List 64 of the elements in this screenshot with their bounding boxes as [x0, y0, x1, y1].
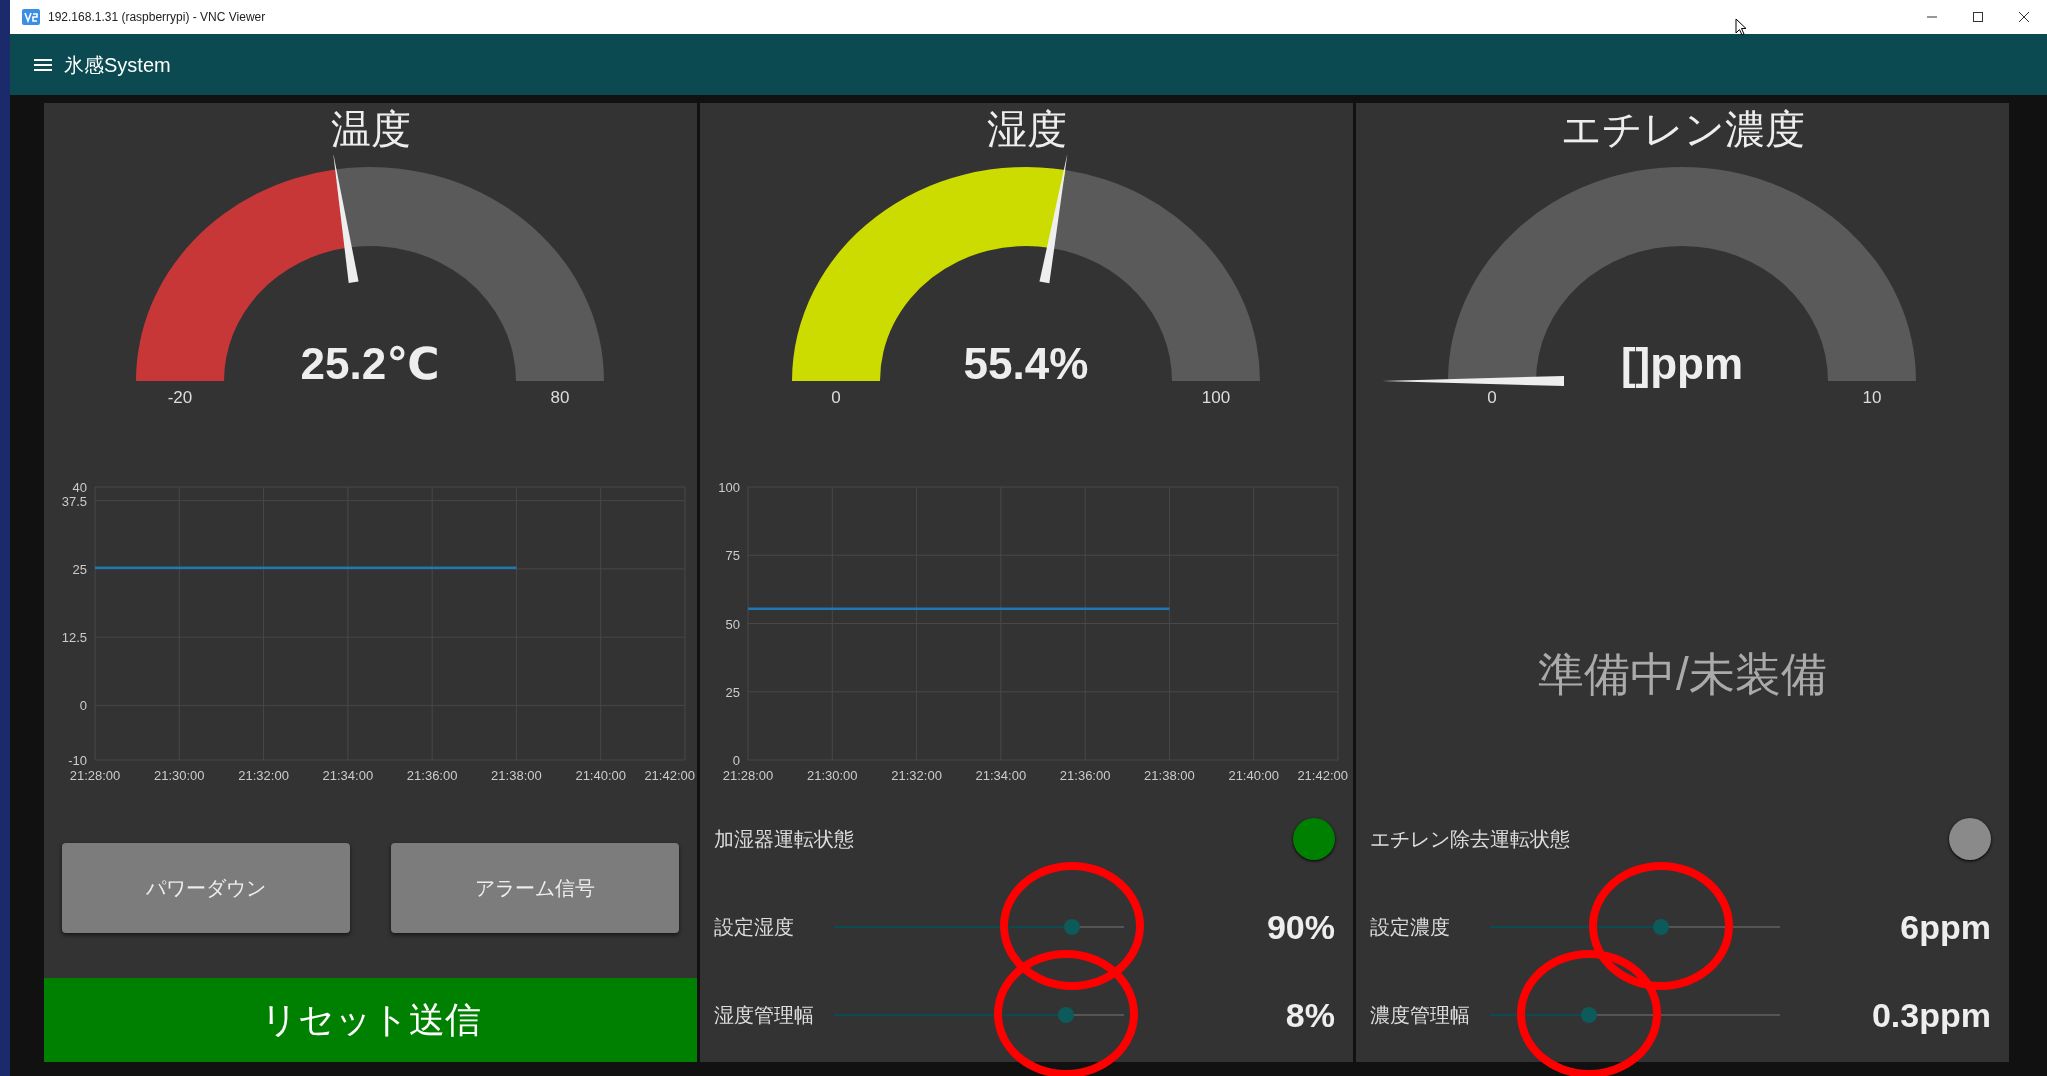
axis-tick-label: 21:42:00 [1297, 768, 1348, 783]
gauge-min-label: 0 [1487, 388, 1497, 407]
slider-label: 設定湿度 [714, 915, 795, 940]
slider-value: 8% [1285, 994, 1335, 1036]
reset-button[interactable]: リセット送信 [44, 978, 697, 1062]
gauge-value: 55.4% [963, 339, 1089, 388]
axis-tick-label: 0 [732, 753, 740, 768]
axis-tick-label: -10 [68, 753, 87, 768]
axis-tick-label: 21:28:00 [69, 768, 121, 783]
axis-tick-label: 21:36:00 [406, 768, 458, 783]
slider-thumb[interactable] [1063, 919, 1080, 935]
gauge-max-label: 80 [550, 388, 570, 407]
gauge-value: 25.2℃ [300, 339, 440, 388]
axis-tick-label: 21:34:00 [322, 768, 374, 783]
menu-icon [34, 57, 52, 72]
axis-tick-label: 25 [725, 684, 740, 700]
app-icon [22, 9, 40, 25]
gauge-max-label: 10 [1862, 388, 1882, 407]
slider-value: 0.3ppm [1871, 994, 1991, 1036]
axis-tick-label: 0 [79, 698, 87, 714]
gauge-value: []ppm [1620, 339, 1744, 388]
axis-tick-label: 50 [725, 616, 740, 632]
command-button[interactable]: アラーム信号 [391, 843, 679, 933]
status-label: エチレン除去運転状態 [1370, 827, 1570, 852]
axis-tick-label: 21:40:00 [1228, 768, 1279, 783]
panel-title: 温度 [330, 106, 411, 153]
close-icon [2018, 11, 2030, 23]
axis-tick-label: 21:40:00 [575, 768, 626, 783]
axis-tick-label: 100 [718, 480, 740, 495]
gauge-max-label: 100 [1201, 388, 1231, 407]
slider-label: 設定濃度 [1370, 915, 1451, 940]
axis-tick-label: 25 [72, 561, 87, 577]
status-notice: 準備中/未装備 [1538, 648, 1827, 700]
slider-value: 90% [1266, 906, 1335, 948]
axis-tick-label: 21:38:00 [1144, 768, 1195, 783]
slider-thumb[interactable] [1653, 919, 1670, 935]
axis-tick-label: 21:30:00 [154, 768, 205, 783]
window-title: 192.168.1.31 (raspberrypi) - VNC Viewer [48, 9, 266, 26]
slider-label: 濃度管理幅 [1370, 1003, 1471, 1028]
axis-tick-label: 75 [725, 548, 740, 564]
maximize-icon [1972, 11, 1984, 23]
axis-tick-label: 21:34:00 [975, 768, 1027, 783]
command-button[interactable]: パワーダウン [62, 843, 350, 933]
axis-tick-label: 37.5 [61, 493, 87, 509]
status-label: 加湿器運転状態 [714, 827, 854, 852]
slider-thumb[interactable] [1058, 1007, 1074, 1023]
gauge-min-label: 0 [831, 388, 841, 407]
app-title: 氷感System [64, 52, 171, 78]
slider-thumb[interactable] [1580, 1007, 1597, 1023]
panel-title: エチレン濃度 [1560, 106, 1805, 153]
axis-tick-label: 21:30:00 [807, 768, 858, 783]
slider-value: 6ppm [1900, 906, 1991, 948]
axis-tick-label: 21:32:00 [891, 768, 942, 783]
gauge-min-label: -20 [167, 388, 193, 407]
slider-label: 湿度管理幅 [714, 1003, 815, 1028]
panel-title: 湿度 [986, 106, 1067, 153]
axis-tick-label: 21:32:00 [238, 768, 289, 783]
axis-tick-label: 21:38:00 [491, 768, 542, 783]
menu-button[interactable] [34, 57, 52, 72]
axis-tick-label: 21:28:00 [722, 768, 774, 783]
axis-tick-label: 21:36:00 [1059, 768, 1111, 783]
axis-tick-label: 21:42:00 [644, 768, 695, 783]
axis-tick-label: 12.5 [61, 630, 87, 646]
axis-tick-label: 40 [72, 480, 87, 495]
